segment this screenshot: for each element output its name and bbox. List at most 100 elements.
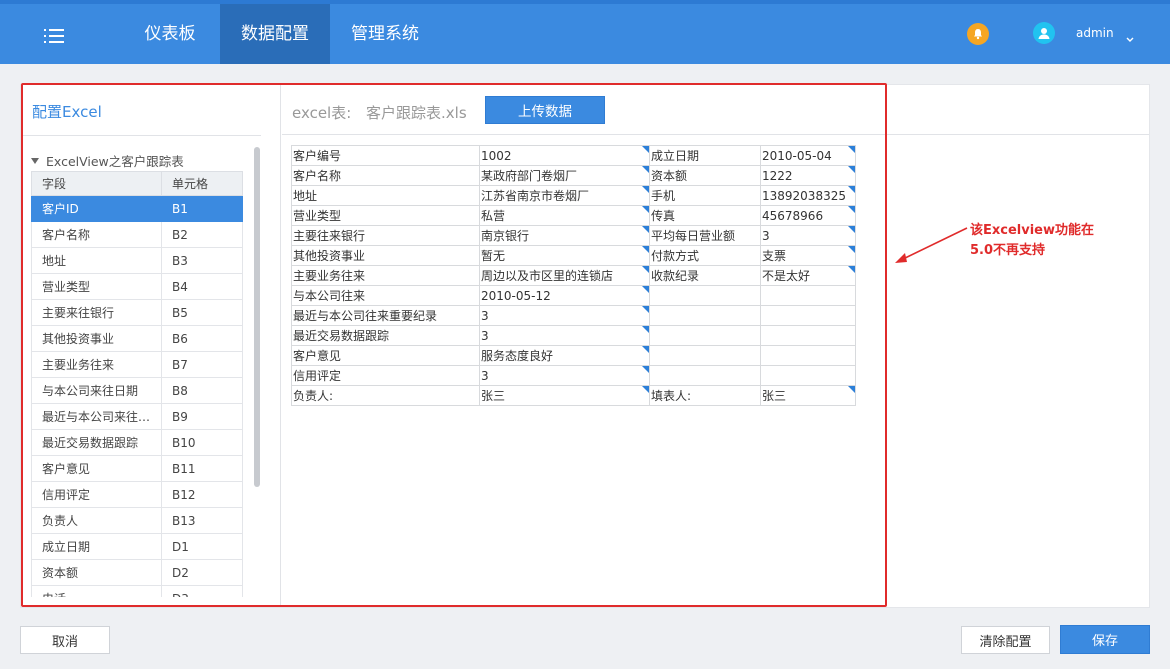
menu-icon[interactable] [36,18,72,54]
sheet-cell-text: 张三 [762,389,787,403]
table-row[interactable]: 其他投资事业 B6 [31,325,243,352]
sheet-cell[interactable]: 3 [760,225,856,246]
table-row[interactable]: 负责人 B13 [31,507,243,534]
sheet-cell-text: 资本额 [651,169,688,183]
sheet-cell[interactable]: 2010-05-04 [760,145,856,166]
table-row[interactable]: 客户ID B1 [31,195,243,222]
sheet-cell[interactable]: 营业类型 [291,205,480,226]
sheet-cell[interactable]: 主要业务往来 [291,265,480,286]
sheet-cell[interactable]: 暂无 [479,245,650,266]
tree-node-excelview[interactable]: ExcelView之客户跟踪表 [31,151,184,170]
sheet-cell[interactable]: 付款方式 [649,245,761,266]
main-panel: 配置Excel ExcelView之客户跟踪表 字段 单元格 客户ID B1 客户名… [20,84,1150,608]
sheet-cell[interactable]: 3 [479,305,650,326]
clear-config-button[interactable]: 清除配置 [961,626,1050,654]
sheet-cell[interactable]: 填表人: [649,385,761,406]
cancel-button[interactable]: 取消 [20,626,110,654]
tab-dashboard[interactable]: 仪表板 [120,4,220,64]
sheet-cell-text: 2010-05-12 [481,288,551,303]
sheet-cell-text: 客户编号 [293,149,342,163]
save-button[interactable]: 保存 [1060,625,1150,654]
table-row[interactable]: 最近交易数据跟踪 B10 [31,429,243,456]
sheet-cell[interactable]: 南京银行 [479,225,650,246]
chevron-down-icon[interactable] [1126,28,1134,47]
sheet-cell[interactable]: 45678966 [760,205,856,226]
sheet-cell[interactable] [760,325,856,346]
sheet-cell[interactable]: 成立日期 [649,145,761,166]
sheet-cell[interactable] [760,365,856,386]
cell-marker-icon [642,226,649,233]
table-row[interactable]: 主要业务往来 B7 [31,351,243,378]
caret-down-icon[interactable] [31,157,39,164]
user-name[interactable]: admin [1076,26,1114,40]
sheet-cell[interactable]: 2010-05-12 [479,285,650,306]
table-row[interactable]: 电话D3 [31,585,243,597]
table-row[interactable]: 最近与本公司来往… B9 [31,403,243,430]
sheet-cell[interactable] [760,285,856,306]
sheet-cell[interactable] [649,345,761,366]
excel-file-name: 客户跟踪表.xls [366,104,467,122]
sheet-cell[interactable]: 信用评定 [291,365,480,386]
sheet-cell[interactable] [760,345,856,366]
sheet-cell[interactable]: 地址 [291,185,480,206]
sheet-cell[interactable]: 其他投资事业 [291,245,480,266]
table-row[interactable]: 与本公司来往日期 B8 [31,377,243,404]
sheet-cell[interactable]: 最近与本公司往来重要纪录 [291,305,480,326]
table-row[interactable]: 客户名称 B2 [31,221,243,248]
cell-marker-icon [642,246,649,253]
user-avatar-icon[interactable] [1033,22,1055,44]
sheet-cell[interactable]: 私营 [479,205,650,226]
sheet-cell[interactable] [649,285,761,306]
sheet-cell[interactable]: 13892038325 [760,185,856,206]
sheet-cell[interactable]: 客户编号 [291,145,480,166]
cell-marker-icon [848,186,855,193]
sheet-cell[interactable]: 1002 [479,145,650,166]
cell-ref-cell: B5 [161,299,243,326]
sheet-cell-text: 2010-05-04 [762,148,832,163]
sheet-cell-text: 最近与本公司往来重要纪录 [293,309,438,323]
sheet-cell[interactable]: 负责人: [291,385,480,406]
table-row[interactable]: 资本额 D2 [31,559,243,586]
sheet-row: 与本公司往来 2010-05-12 [291,285,856,306]
sheet-cell[interactable]: 张三 [479,385,650,406]
table-row[interactable]: 信用评定 B12 [31,481,243,508]
sheet-cell[interactable] [649,305,761,326]
sheet-cell[interactable]: 收款纪录 [649,265,761,286]
sheet-cell[interactable]: 不是太好 [760,265,856,286]
sheet-cell[interactable]: 张三 [760,385,856,406]
table-row[interactable]: 主要来往银行 B5 [31,299,243,326]
sheet-cell[interactable]: 最近交易数据跟踪 [291,325,480,346]
table-row[interactable]: 客户意见 B11 [31,455,243,482]
table-row[interactable]: 地址 B3 [31,247,243,274]
sheet-cell[interactable]: 3 [479,365,650,386]
table-row[interactable]: 营业类型 B4 [31,273,243,300]
tab-management-system[interactable]: 管理系统 [330,4,440,64]
sheet-row: 客户意见 服务态度良好 [291,345,856,366]
sheet-cell[interactable]: 周边以及市区里的连锁店 [479,265,650,286]
field-name-cell: 客户意见 [31,455,162,482]
field-name-cell: 营业类型 [31,273,162,300]
bell-icon[interactable] [967,23,989,45]
scrollbar[interactable] [254,147,260,487]
excel-label: excel表: [292,104,352,122]
tab-data-config[interactable]: 数据配置 [220,4,330,64]
sheet-cell[interactable]: 1222 [760,165,856,186]
sheet-cell[interactable]: 服务态度良好 [479,345,650,366]
sheet-cell[interactable]: 资本额 [649,165,761,186]
sheet-cell[interactable]: 传真 [649,205,761,226]
upload-data-button[interactable]: 上传数据 [485,96,605,124]
sheet-cell[interactable]: 江苏省南京市卷烟厂 [479,185,650,206]
sheet-cell[interactable]: 某政府部门卷烟厂 [479,165,650,186]
sheet-cell[interactable]: 客户名称 [291,165,480,186]
sheet-cell[interactable] [649,325,761,346]
sheet-cell[interactable]: 与本公司往来 [291,285,480,306]
sheet-cell[interactable]: 平均每日营业额 [649,225,761,246]
sheet-cell[interactable] [760,305,856,326]
table-row[interactable]: 成立日期 D1 [31,533,243,560]
sheet-cell[interactable] [649,365,761,386]
sheet-cell[interactable]: 手机 [649,185,761,206]
sheet-cell[interactable]: 支票 [760,245,856,266]
sheet-cell[interactable]: 3 [479,325,650,346]
sheet-cell[interactable]: 主要往来银行 [291,225,480,246]
sheet-cell[interactable]: 客户意见 [291,345,480,366]
